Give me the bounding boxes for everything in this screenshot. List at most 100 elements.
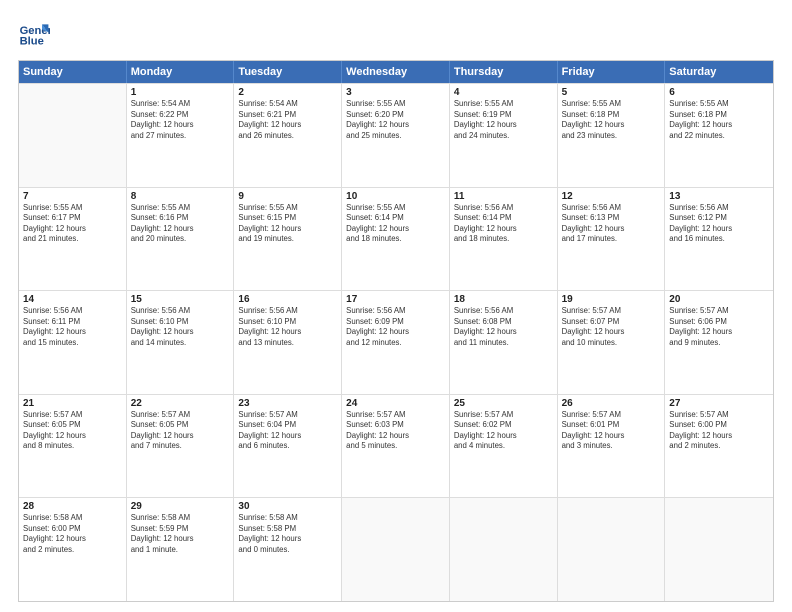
- cell-info: Sunrise: 5:55 AM Sunset: 6:20 PM Dayligh…: [346, 99, 445, 141]
- week-row-2: 7Sunrise: 5:55 AM Sunset: 6:17 PM Daylig…: [19, 187, 773, 291]
- cell-info: Sunrise: 5:56 AM Sunset: 6:11 PM Dayligh…: [23, 306, 122, 348]
- cal-cell: 22Sunrise: 5:57 AM Sunset: 6:05 PM Dayli…: [127, 395, 235, 498]
- cal-cell: 1Sunrise: 5:54 AM Sunset: 6:22 PM Daylig…: [127, 84, 235, 187]
- cell-info: Sunrise: 5:58 AM Sunset: 5:58 PM Dayligh…: [238, 513, 337, 555]
- day-number: 26: [562, 398, 661, 409]
- cell-info: Sunrise: 5:57 AM Sunset: 6:06 PM Dayligh…: [669, 306, 769, 348]
- cal-cell: [450, 498, 558, 601]
- day-of-week-thursday: Thursday: [450, 61, 558, 83]
- day-number: 24: [346, 398, 445, 409]
- day-number: 8: [131, 191, 230, 202]
- cal-cell: 27Sunrise: 5:57 AM Sunset: 6:00 PM Dayli…: [665, 395, 773, 498]
- cell-info: Sunrise: 5:57 AM Sunset: 6:05 PM Dayligh…: [131, 410, 230, 452]
- cal-cell: 25Sunrise: 5:57 AM Sunset: 6:02 PM Dayli…: [450, 395, 558, 498]
- cal-cell: 10Sunrise: 5:55 AM Sunset: 6:14 PM Dayli…: [342, 188, 450, 291]
- logo-icon: General Blue: [18, 18, 50, 50]
- week-row-5: 28Sunrise: 5:58 AM Sunset: 6:00 PM Dayli…: [19, 497, 773, 601]
- cell-info: Sunrise: 5:55 AM Sunset: 6:18 PM Dayligh…: [562, 99, 661, 141]
- day-of-week-friday: Friday: [558, 61, 666, 83]
- cal-cell: 28Sunrise: 5:58 AM Sunset: 6:00 PM Dayli…: [19, 498, 127, 601]
- day-number: 15: [131, 294, 230, 305]
- cell-info: Sunrise: 5:55 AM Sunset: 6:15 PM Dayligh…: [238, 203, 337, 245]
- day-number: 16: [238, 294, 337, 305]
- cell-info: Sunrise: 5:55 AM Sunset: 6:14 PM Dayligh…: [346, 203, 445, 245]
- cal-cell: 23Sunrise: 5:57 AM Sunset: 6:04 PM Dayli…: [234, 395, 342, 498]
- day-number: 3: [346, 87, 445, 98]
- day-number: 25: [454, 398, 553, 409]
- day-number: 13: [669, 191, 769, 202]
- day-number: 30: [238, 501, 337, 512]
- day-number: 18: [454, 294, 553, 305]
- cell-info: Sunrise: 5:58 AM Sunset: 6:00 PM Dayligh…: [23, 513, 122, 555]
- logo: General Blue: [18, 18, 50, 50]
- cal-cell: 12Sunrise: 5:56 AM Sunset: 6:13 PM Dayli…: [558, 188, 666, 291]
- cal-cell: [665, 498, 773, 601]
- cal-cell: 16Sunrise: 5:56 AM Sunset: 6:10 PM Dayli…: [234, 291, 342, 394]
- cell-info: Sunrise: 5:56 AM Sunset: 6:08 PM Dayligh…: [454, 306, 553, 348]
- cell-info: Sunrise: 5:57 AM Sunset: 6:01 PM Dayligh…: [562, 410, 661, 452]
- day-number: 27: [669, 398, 769, 409]
- day-of-week-tuesday: Tuesday: [234, 61, 342, 83]
- cell-info: Sunrise: 5:54 AM Sunset: 6:22 PM Dayligh…: [131, 99, 230, 141]
- cal-cell: 26Sunrise: 5:57 AM Sunset: 6:01 PM Dayli…: [558, 395, 666, 498]
- cell-info: Sunrise: 5:57 AM Sunset: 6:02 PM Dayligh…: [454, 410, 553, 452]
- week-row-1: 1Sunrise: 5:54 AM Sunset: 6:22 PM Daylig…: [19, 83, 773, 187]
- cal-cell: [342, 498, 450, 601]
- day-number: 29: [131, 501, 230, 512]
- day-of-week-saturday: Saturday: [665, 61, 773, 83]
- cell-info: Sunrise: 5:57 AM Sunset: 6:03 PM Dayligh…: [346, 410, 445, 452]
- calendar-body: 1Sunrise: 5:54 AM Sunset: 6:22 PM Daylig…: [19, 83, 773, 601]
- cal-cell: [558, 498, 666, 601]
- day-number: 11: [454, 191, 553, 202]
- cell-info: Sunrise: 5:56 AM Sunset: 6:12 PM Dayligh…: [669, 203, 769, 245]
- cell-info: Sunrise: 5:55 AM Sunset: 6:19 PM Dayligh…: [454, 99, 553, 141]
- cell-info: Sunrise: 5:57 AM Sunset: 6:05 PM Dayligh…: [23, 410, 122, 452]
- day-number: 17: [346, 294, 445, 305]
- cal-cell: 4Sunrise: 5:55 AM Sunset: 6:19 PM Daylig…: [450, 84, 558, 187]
- day-number: 19: [562, 294, 661, 305]
- day-number: 5: [562, 87, 661, 98]
- cell-info: Sunrise: 5:54 AM Sunset: 6:21 PM Dayligh…: [238, 99, 337, 141]
- day-of-week-monday: Monday: [127, 61, 235, 83]
- cal-cell: 21Sunrise: 5:57 AM Sunset: 6:05 PM Dayli…: [19, 395, 127, 498]
- calendar-header: SundayMondayTuesdayWednesdayThursdayFrid…: [19, 61, 773, 83]
- day-number: 7: [23, 191, 122, 202]
- cell-info: Sunrise: 5:57 AM Sunset: 6:00 PM Dayligh…: [669, 410, 769, 452]
- cal-cell: 2Sunrise: 5:54 AM Sunset: 6:21 PM Daylig…: [234, 84, 342, 187]
- day-number: 12: [562, 191, 661, 202]
- day-number: 28: [23, 501, 122, 512]
- cal-cell: 11Sunrise: 5:56 AM Sunset: 6:14 PM Dayli…: [450, 188, 558, 291]
- day-number: 22: [131, 398, 230, 409]
- cal-cell: [19, 84, 127, 187]
- cal-cell: 14Sunrise: 5:56 AM Sunset: 6:11 PM Dayli…: [19, 291, 127, 394]
- cell-info: Sunrise: 5:57 AM Sunset: 6:04 PM Dayligh…: [238, 410, 337, 452]
- day-of-week-wednesday: Wednesday: [342, 61, 450, 83]
- page-header: General Blue: [18, 18, 774, 50]
- cal-cell: 15Sunrise: 5:56 AM Sunset: 6:10 PM Dayli…: [127, 291, 235, 394]
- svg-text:Blue: Blue: [20, 35, 44, 47]
- cal-cell: 30Sunrise: 5:58 AM Sunset: 5:58 PM Dayli…: [234, 498, 342, 601]
- cal-cell: 19Sunrise: 5:57 AM Sunset: 6:07 PM Dayli…: [558, 291, 666, 394]
- cell-info: Sunrise: 5:56 AM Sunset: 6:10 PM Dayligh…: [238, 306, 337, 348]
- day-of-week-sunday: Sunday: [19, 61, 127, 83]
- cal-cell: 5Sunrise: 5:55 AM Sunset: 6:18 PM Daylig…: [558, 84, 666, 187]
- cal-cell: 3Sunrise: 5:55 AM Sunset: 6:20 PM Daylig…: [342, 84, 450, 187]
- day-number: 21: [23, 398, 122, 409]
- day-number: 4: [454, 87, 553, 98]
- cal-cell: 17Sunrise: 5:56 AM Sunset: 6:09 PM Dayli…: [342, 291, 450, 394]
- day-number: 14: [23, 294, 122, 305]
- cal-cell: 13Sunrise: 5:56 AM Sunset: 6:12 PM Dayli…: [665, 188, 773, 291]
- cell-info: Sunrise: 5:56 AM Sunset: 6:09 PM Dayligh…: [346, 306, 445, 348]
- cell-info: Sunrise: 5:56 AM Sunset: 6:13 PM Dayligh…: [562, 203, 661, 245]
- day-number: 6: [669, 87, 769, 98]
- cal-cell: 24Sunrise: 5:57 AM Sunset: 6:03 PM Dayli…: [342, 395, 450, 498]
- cal-cell: 29Sunrise: 5:58 AM Sunset: 5:59 PM Dayli…: [127, 498, 235, 601]
- calendar: SundayMondayTuesdayWednesdayThursdayFrid…: [18, 60, 774, 602]
- day-number: 23: [238, 398, 337, 409]
- cell-info: Sunrise: 5:56 AM Sunset: 6:10 PM Dayligh…: [131, 306, 230, 348]
- day-number: 9: [238, 191, 337, 202]
- cal-cell: 7Sunrise: 5:55 AM Sunset: 6:17 PM Daylig…: [19, 188, 127, 291]
- cal-cell: 18Sunrise: 5:56 AM Sunset: 6:08 PM Dayli…: [450, 291, 558, 394]
- cell-info: Sunrise: 5:55 AM Sunset: 6:18 PM Dayligh…: [669, 99, 769, 141]
- week-row-4: 21Sunrise: 5:57 AM Sunset: 6:05 PM Dayli…: [19, 394, 773, 498]
